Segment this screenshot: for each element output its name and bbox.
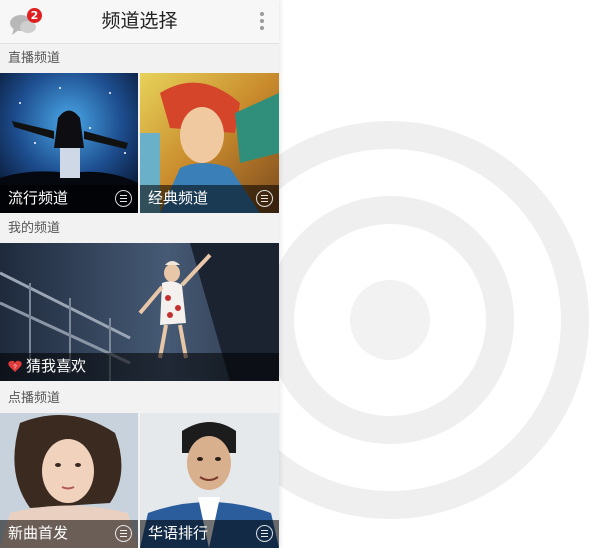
section-label-live: 直播频道: [8, 51, 61, 66]
section-label-mine: 我的频道: [8, 221, 61, 236]
top-bar: 频道选择 2: [0, 0, 279, 44]
heart-icon: ?: [8, 360, 22, 372]
channel-tile-newsongs[interactable]: 新曲首发: [0, 413, 138, 548]
channel-label-guess: 猜我喜欢: [26, 357, 87, 375]
more-options-button[interactable]: [254, 10, 270, 34]
channel-label-classic: 经典频道: [148, 189, 209, 207]
message-count-badge: 2: [27, 8, 42, 23]
more-vertical-icon: [260, 12, 264, 16]
channel-panel: 频道选择 2 直播频道 流行频道 经典频道 我的频道 ? 猜我喜欢 点播频道 新…: [0, 0, 279, 548]
channel-label-newsongs: 新曲首发: [8, 524, 69, 542]
channel-label-pop: 流行频道: [8, 189, 69, 207]
channel-tile-classic[interactable]: 经典频道: [140, 73, 279, 213]
channel-tile-guess[interactable]: ? 猜我喜欢: [0, 243, 279, 381]
list-icon[interactable]: [115, 190, 132, 207]
list-icon[interactable]: [115, 525, 132, 542]
channel-tile-chinese-chart[interactable]: 华语排行: [140, 413, 279, 548]
channel-tile-pop[interactable]: 流行频道: [0, 73, 138, 213]
channel-label-chinese-chart: 华语排行: [148, 524, 209, 542]
list-icon[interactable]: [256, 525, 273, 542]
list-icon[interactable]: [256, 190, 273, 207]
section-label-ondemand: 点播频道: [8, 391, 61, 406]
